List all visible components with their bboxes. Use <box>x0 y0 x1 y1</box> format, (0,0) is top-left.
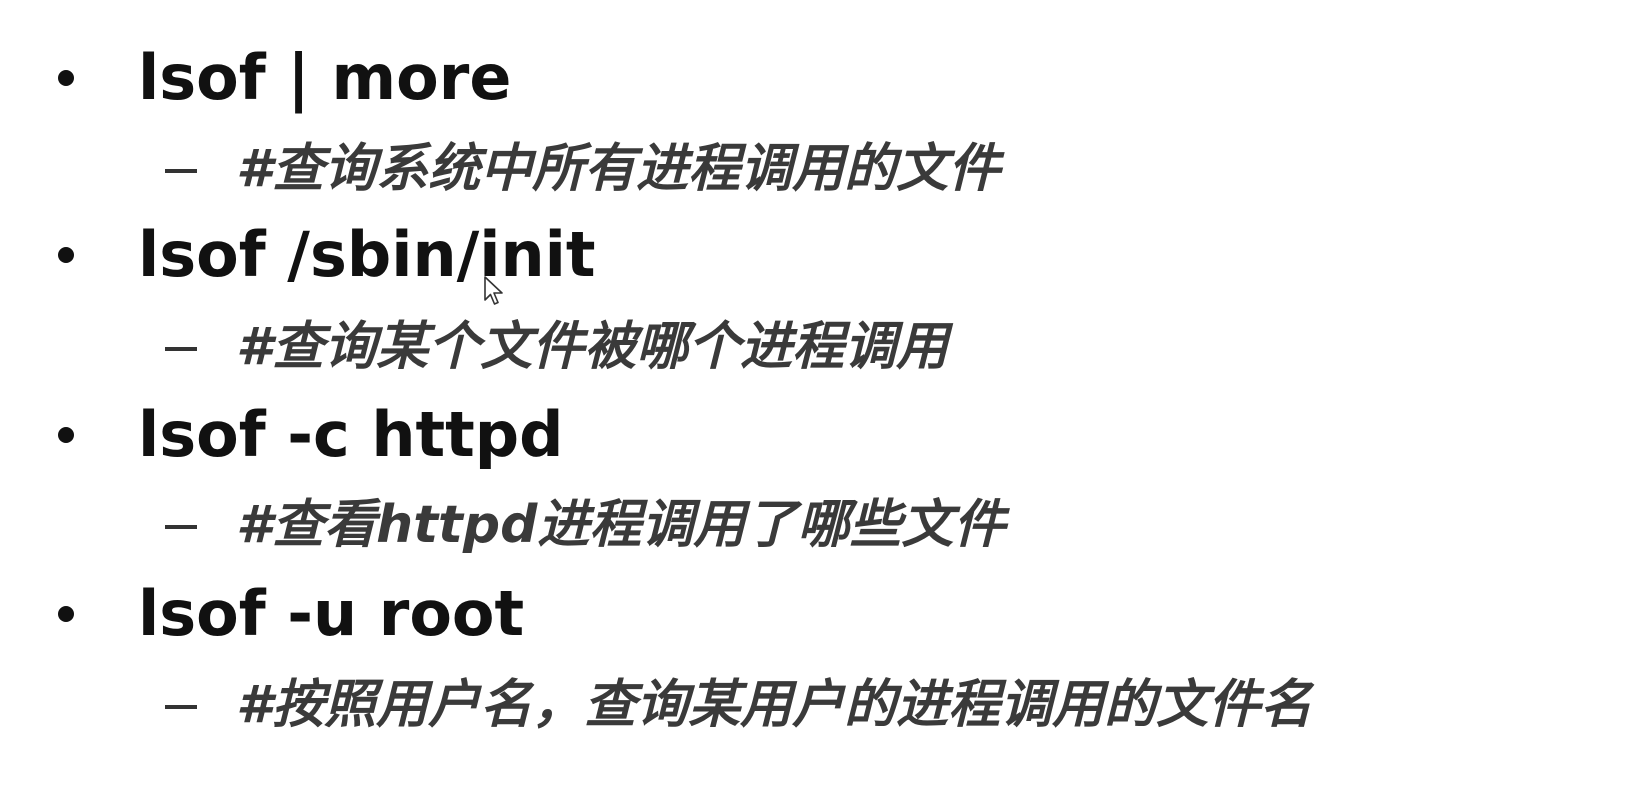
description-text: #查询某个文件被哪个进程调用 <box>236 317 949 377</box>
dash-icon <box>165 705 197 709</box>
command-text: lsof -c httpd <box>138 398 564 471</box>
command-text: lsof -u root <box>138 577 525 650</box>
bullet-icon <box>58 247 74 263</box>
bullet-icon <box>58 606 74 622</box>
description-text: #查询系统中所有进程调用的文件 <box>236 139 1001 199</box>
mouse-pointer-icon <box>484 276 503 305</box>
bullet-icon <box>58 427 74 443</box>
dash-icon <box>165 169 197 173</box>
command-text: lsof | more <box>138 41 512 114</box>
dash-icon <box>165 525 197 529</box>
description-text: #按照用户名，查询某用户的进程调用的文件名 <box>236 675 1313 735</box>
dash-icon <box>165 347 197 351</box>
command-text: lsof /sbin/init <box>138 218 596 291</box>
slide: lsof | more #查询系统中所有进程调用的文件 lsof /sbin/i… <box>0 0 1634 798</box>
description-text: #查看httpd进程调用了哪些文件 <box>236 495 1006 555</box>
bullet-icon <box>58 70 74 86</box>
